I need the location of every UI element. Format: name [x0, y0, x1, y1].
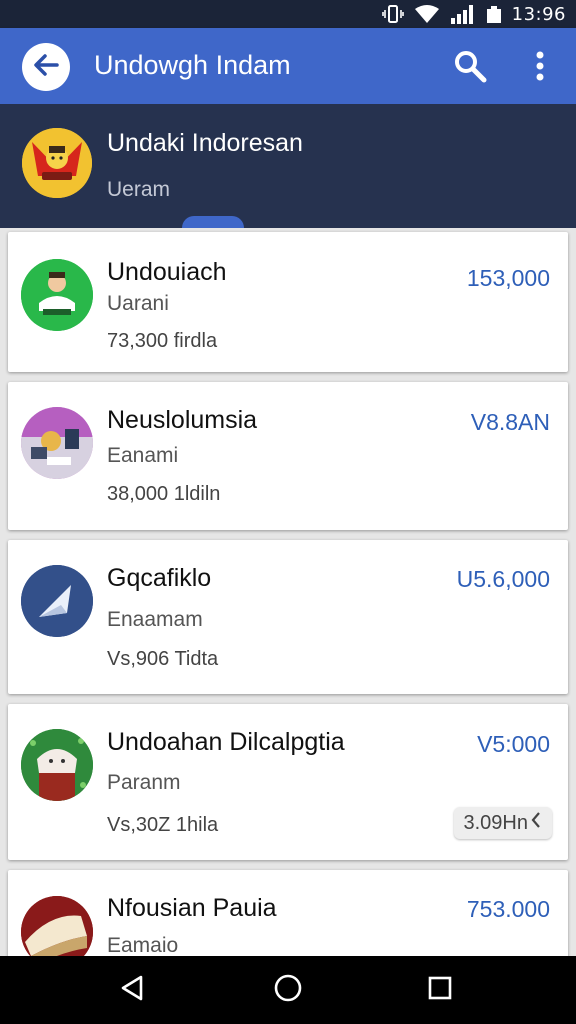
- item-meta: 73,300 firdla: [107, 330, 218, 352]
- list-item[interactable]: Undoahan Dilcalpgtia Paranm Vs,30Z 1hila…: [8, 704, 568, 860]
- item-subtitle: Uarani: [107, 292, 169, 315]
- recents-square-icon: [427, 975, 453, 1006]
- item-meta: Vs,906 Tidta: [107, 648, 219, 670]
- item-avatar: [21, 259, 93, 331]
- more-options-button[interactable]: [524, 48, 556, 88]
- item-title: Nfousian Pauia: [107, 894, 277, 922]
- more-vert-icon: [535, 50, 545, 87]
- header-title: Undaki Indoresan: [107, 129, 303, 157]
- home-circle-icon: [273, 973, 303, 1008]
- item-amount: V5:000: [477, 731, 550, 757]
- back-triangle-icon: [119, 974, 145, 1007]
- app-title: Undowgh Indam: [94, 50, 291, 80]
- battery-icon: [486, 4, 502, 24]
- wifi-icon: [414, 4, 440, 24]
- item-avatar: [21, 896, 93, 956]
- item-amount: 753.000: [466, 896, 550, 922]
- item-title: Neuslolumsia: [107, 406, 258, 434]
- signal-icon: [450, 4, 476, 24]
- arrow-left-icon: [33, 53, 59, 81]
- nav-back-button[interactable]: [112, 970, 152, 1010]
- list-item[interactable]: Undouiach Uarani 73,300 firdla 153,000: [8, 232, 568, 372]
- item-avatar: [21, 565, 93, 637]
- header-subtitle: Ueram: [107, 178, 171, 201]
- nav-home-button[interactable]: [268, 970, 308, 1010]
- item-avatar: [21, 729, 93, 801]
- vibrate-icon: [381, 4, 404, 24]
- nav-recents-button[interactable]: [420, 970, 460, 1010]
- status-icons: 13:96: [381, 3, 566, 25]
- item-avatar: [21, 407, 93, 479]
- item-title: Undouiach: [107, 258, 227, 286]
- header-logo: [22, 128, 92, 198]
- item-title: Gqcafiklo: [107, 564, 212, 592]
- search-button[interactable]: [450, 48, 490, 88]
- list-item[interactable]: Gqcafiklo Enaamam Vs,906 Tidta U5.6,000: [8, 540, 568, 694]
- status-bar: 13:96: [0, 0, 576, 28]
- item-list[interactable]: Undouiach Uarani 73,300 firdla 153,000 N…: [0, 228, 576, 956]
- app-bar: Undowgh Indam: [0, 28, 576, 104]
- item-badge-button[interactable]: 3.09Hn: [453, 807, 552, 839]
- item-title: Undoahan Dilcalpgtia: [107, 728, 345, 756]
- header-tab-indicator: [182, 216, 244, 228]
- item-amount: 153,000: [466, 265, 550, 291]
- item-meta: 38,000 1ldiln: [107, 483, 221, 505]
- search-icon: [453, 49, 487, 88]
- item-badge-label: 3.09Hn: [463, 811, 529, 834]
- back-button[interactable]: [22, 43, 70, 91]
- item-subtitle: Eanami: [107, 444, 179, 467]
- item-amount: U5.6,000: [456, 566, 550, 592]
- list-item[interactable]: Neuslolumsia Eanami 38,000 1ldiln V8.8AN: [8, 382, 568, 530]
- system-nav-bar: [0, 956, 576, 1024]
- item-meta: Vs,30Z 1hila: [107, 814, 219, 836]
- item-subtitle: Enaamam: [107, 608, 203, 631]
- chevron-left-icon: [530, 811, 542, 835]
- item-subtitle: Paranm: [107, 771, 181, 794]
- item-subtitle: Eamaio: [107, 934, 179, 956]
- profile-header: Undaki Indoresan Ueram: [0, 104, 576, 228]
- list-item[interactable]: Nfousian Pauia Eamaio 753.000: [8, 870, 568, 956]
- item-amount: V8.8AN: [470, 409, 550, 435]
- status-time: 13:96: [511, 3, 566, 25]
